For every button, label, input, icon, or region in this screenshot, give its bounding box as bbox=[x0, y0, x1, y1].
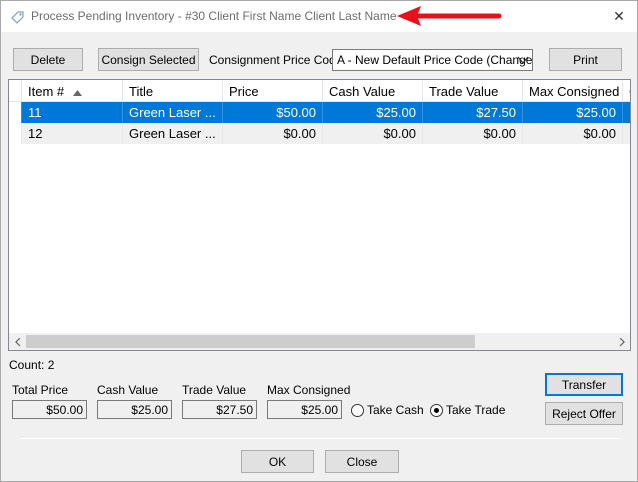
sort-ascending-icon bbox=[72, 89, 82, 96]
column-header-max-consigned[interactable]: Max Consigned bbox=[523, 80, 623, 102]
annotation-arrow-icon bbox=[397, 6, 502, 26]
cell-title: Green Laser ... bbox=[123, 102, 223, 123]
grid-header: Item # Title Price Cash Value Trade Valu… bbox=[9, 80, 630, 102]
cell-cash-value: $25.00 bbox=[323, 102, 423, 123]
cash-value-field: $25.00 bbox=[97, 400, 172, 419]
table-row[interactable]: 11 Green Laser ... $50.00 $25.00 $27.50 … bbox=[9, 102, 630, 123]
column-header-cash-value[interactable]: Cash Value bbox=[323, 80, 423, 102]
title-bar[interactable]: Process Pending Inventory - #30 Client F… bbox=[1, 1, 637, 32]
chevron-down-icon bbox=[517, 56, 529, 65]
reject-offer-button[interactable]: Reject Offer bbox=[545, 402, 623, 425]
window-title: Process Pending Inventory - #30 Client F… bbox=[31, 9, 397, 23]
cell-item: 11 bbox=[22, 102, 123, 123]
scroll-left-button[interactable] bbox=[9, 333, 26, 350]
row-header-corner bbox=[9, 80, 22, 102]
chevron-right-icon bbox=[619, 337, 625, 346]
cell-price: $50.00 bbox=[223, 102, 323, 123]
max-consigned-field: $25.00 bbox=[267, 400, 342, 419]
total-price-label: Total Price bbox=[12, 383, 69, 397]
take-trade-radio[interactable]: Take Trade bbox=[430, 403, 505, 417]
trade-value-label: Trade Value bbox=[182, 383, 247, 397]
radio-unchecked-icon bbox=[351, 403, 364, 417]
radio-checked-icon bbox=[430, 403, 443, 417]
column-header-trade-value[interactable]: Trade Value bbox=[423, 80, 523, 102]
cell-title: Green Laser ... bbox=[123, 123, 223, 144]
close-button[interactable]: Close bbox=[325, 450, 399, 473]
column-header-extra[interactable]: C bbox=[623, 80, 630, 102]
table-row[interactable]: 12 Green Laser ... $0.00 $0.00 $0.00 $0.… bbox=[9, 123, 630, 144]
column-header-title[interactable]: Title bbox=[123, 80, 223, 102]
cash-value-label: Cash Value bbox=[97, 383, 159, 397]
close-window-button[interactable]: ✕ bbox=[601, 1, 637, 31]
cell-cash-value: $0.00 bbox=[323, 123, 423, 144]
consign-selected-button[interactable]: Consign Selected bbox=[98, 48, 199, 71]
cell-item: 12 bbox=[22, 123, 123, 144]
total-price-field: $50.00 bbox=[12, 400, 87, 419]
chevron-left-icon bbox=[14, 337, 20, 346]
transfer-button[interactable]: Transfer bbox=[545, 373, 623, 396]
scroll-right-button[interactable] bbox=[613, 333, 630, 350]
consignment-price-code-label: Consignment Price Code bbox=[209, 53, 343, 67]
cell-max-consigned: $0.00 bbox=[523, 123, 623, 144]
row-header bbox=[9, 102, 22, 123]
column-header-price[interactable]: Price bbox=[223, 80, 323, 102]
cell-extra bbox=[623, 102, 630, 123]
scrollbar-thumb[interactable] bbox=[26, 335, 475, 348]
tag-icon bbox=[11, 11, 24, 24]
ok-button[interactable]: OK bbox=[241, 450, 314, 473]
cell-price: $0.00 bbox=[223, 123, 323, 144]
divider bbox=[21, 438, 621, 439]
cell-trade-value: $27.50 bbox=[423, 102, 523, 123]
horizontal-scrollbar[interactable] bbox=[9, 333, 630, 350]
delete-button[interactable]: Delete bbox=[13, 48, 83, 71]
item-count: Count: 2 bbox=[9, 358, 55, 372]
column-header-item[interactable]: Item # bbox=[22, 80, 123, 102]
inventory-grid[interactable]: Item # Title Price Cash Value Trade Valu… bbox=[8, 79, 631, 351]
cell-trade-value: $0.00 bbox=[423, 123, 523, 144]
take-cash-radio[interactable]: Take Cash bbox=[351, 403, 424, 417]
trade-value-field: $27.50 bbox=[182, 400, 257, 419]
max-consigned-label: Max Consigned bbox=[267, 383, 351, 397]
process-pending-inventory-dialog: Process Pending Inventory - #30 Client F… bbox=[0, 0, 638, 482]
cell-extra bbox=[623, 123, 630, 144]
price-code-value: A - New Default Price Code (Changec bbox=[337, 53, 533, 67]
consignment-price-code-select[interactable]: A - New Default Price Code (Changec bbox=[332, 49, 533, 71]
close-icon: ✕ bbox=[613, 7, 625, 24]
cell-max-consigned: $25.00 bbox=[523, 102, 623, 123]
print-button[interactable]: Print bbox=[549, 48, 622, 71]
row-header bbox=[9, 123, 22, 144]
